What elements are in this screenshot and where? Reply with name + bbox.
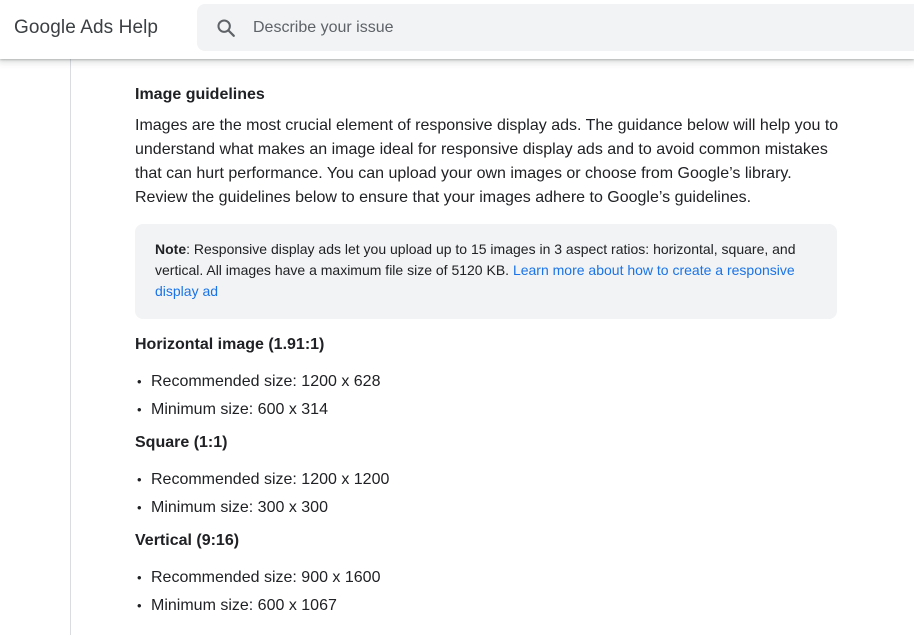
- list-item: Recommended size: 1200 x 628: [135, 368, 840, 396]
- spec-title-vertical: Vertical (9:16): [135, 532, 240, 549]
- spec-list-square: Recommended size: 1200 x 1200 Minimum si…: [135, 466, 840, 522]
- search-bar[interactable]: [197, 4, 914, 51]
- search-input[interactable]: [253, 4, 893, 51]
- note-callout: Note: Responsive display ads let you upl…: [135, 224, 837, 319]
- spec-list-horizontal: Recommended size: 1200 x 628 Minimum siz…: [135, 368, 840, 424]
- note-label: Note: [155, 241, 187, 257]
- spec-group-square: Square (1:1) Recommended size: 1200 x 12…: [135, 432, 840, 522]
- article-body: Image guidelines Images are the most cru…: [135, 84, 840, 620]
- section-title: Image guidelines: [135, 86, 265, 103]
- list-item: Minimum size: 600 x 314: [135, 396, 840, 424]
- spec-title-horizontal: Horizontal image (1.91:1): [135, 336, 325, 353]
- search-icon[interactable]: [215, 17, 237, 39]
- top-app-bar: Google Ads Help: [0, 0, 914, 59]
- spec-group-vertical: Vertical (9:16) Recommended size: 900 x …: [135, 530, 840, 620]
- site-title[interactable]: Google Ads Help: [14, 17, 158, 39]
- list-item: Recommended size: 1200 x 1200: [135, 466, 840, 494]
- spec-group-horizontal: Horizontal image (1.91:1) Recommended si…: [135, 334, 840, 424]
- list-item: Minimum size: 600 x 1067: [135, 592, 840, 620]
- intro-paragraph: Images are the most crucial element of r…: [135, 117, 839, 206]
- spec-title-square: Square (1:1): [135, 434, 228, 451]
- list-item: Recommended size: 900 x 1600: [135, 564, 840, 592]
- list-item: Minimum size: 300 x 300: [135, 494, 840, 522]
- spec-list-vertical: Recommended size: 900 x 1600 Minimum siz…: [135, 564, 840, 620]
